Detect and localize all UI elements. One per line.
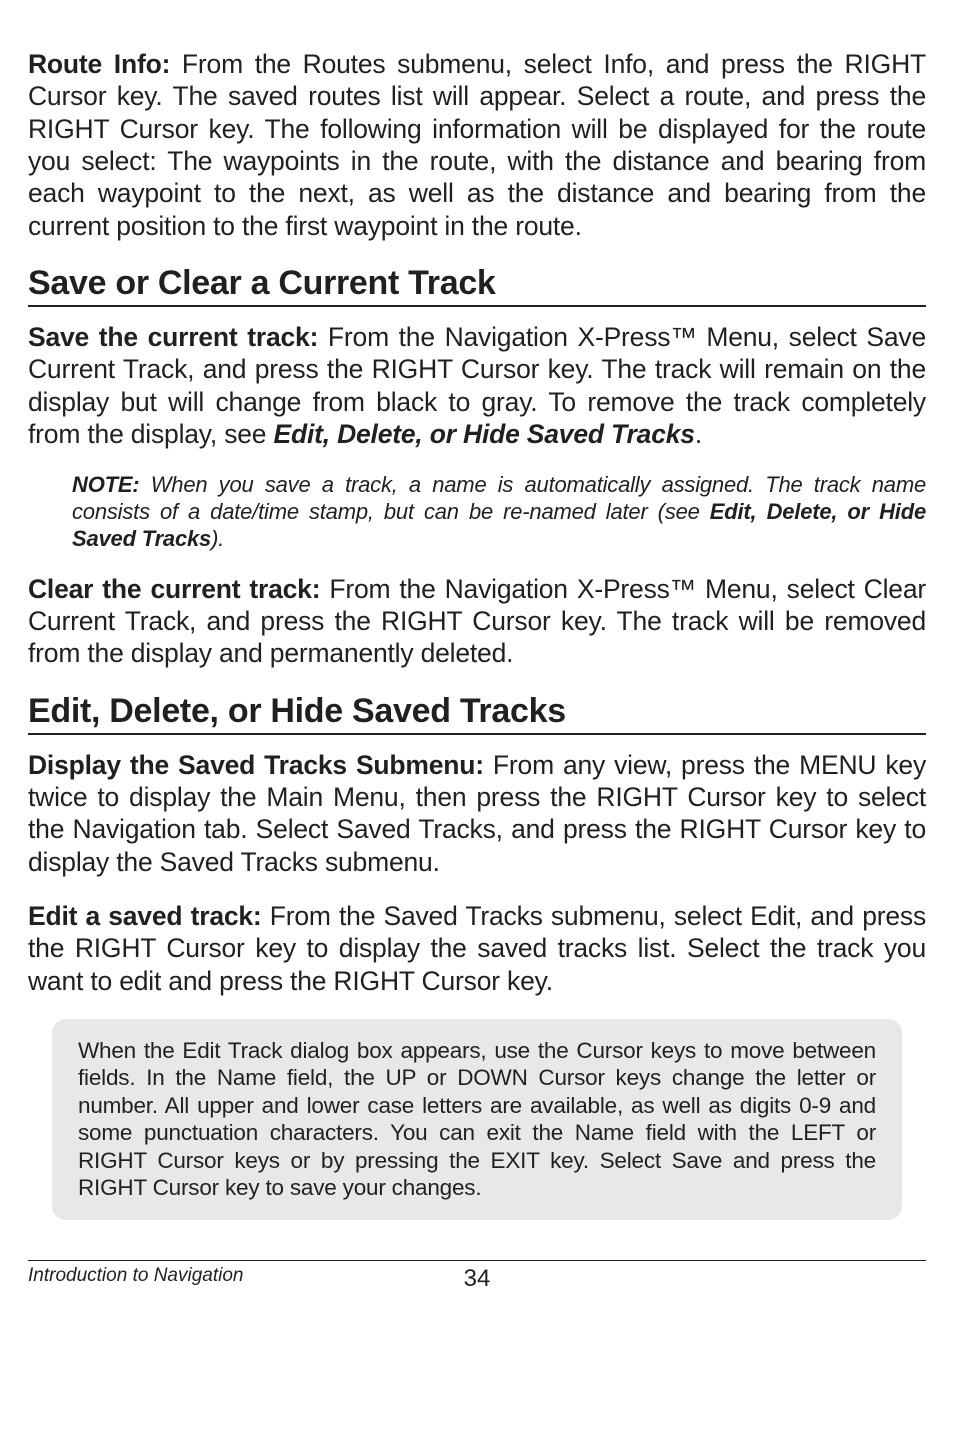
footer-section-title: Introduction to Navigation [28, 1265, 243, 1287]
text-save-track-2: . [695, 419, 702, 449]
heading-save-clear-track: Save or Clear a Current Track [28, 264, 926, 307]
lead-save-track: Save the current track: [28, 322, 318, 352]
lead-clear-track: Clear the current track: [28, 574, 320, 604]
paragraph-save-track: Save the current track: From the Navigat… [28, 321, 926, 450]
paragraph-clear-track: Clear the current track: From the Naviga… [28, 573, 926, 670]
footer-page-number: 34 [464, 1265, 491, 1293]
paragraph-route-info: Route Info: From the Routes submenu, sel… [28, 48, 926, 242]
footer: Introduction to Navigation 34 [28, 1265, 926, 1293]
lead-route-info: Route Info: [28, 49, 170, 79]
callout-edit-track-dialog: When the Edit Track dialog box appears, … [52, 1019, 902, 1220]
note-label: NOTE: [72, 472, 139, 497]
lead-edit-saved: Edit a saved track: [28, 901, 262, 931]
footer-rule [28, 1260, 926, 1261]
lead-display-submenu: Display the Saved Tracks Submenu: [28, 750, 484, 780]
ref-edit-delete-hide-1: Edit, Delete, or Hide Saved Tracks [274, 419, 695, 449]
heading-edit-delete-hide: Edit, Delete, or Hide Saved Tracks [28, 692, 926, 735]
note-block: NOTE: When you save a track, a name is a… [72, 472, 926, 552]
paragraph-display-submenu: Display the Saved Tracks Submenu: From a… [28, 749, 926, 878]
paragraph-edit-saved: Edit a saved track: From the Saved Track… [28, 900, 926, 997]
note-text-2: ). [211, 526, 224, 551]
